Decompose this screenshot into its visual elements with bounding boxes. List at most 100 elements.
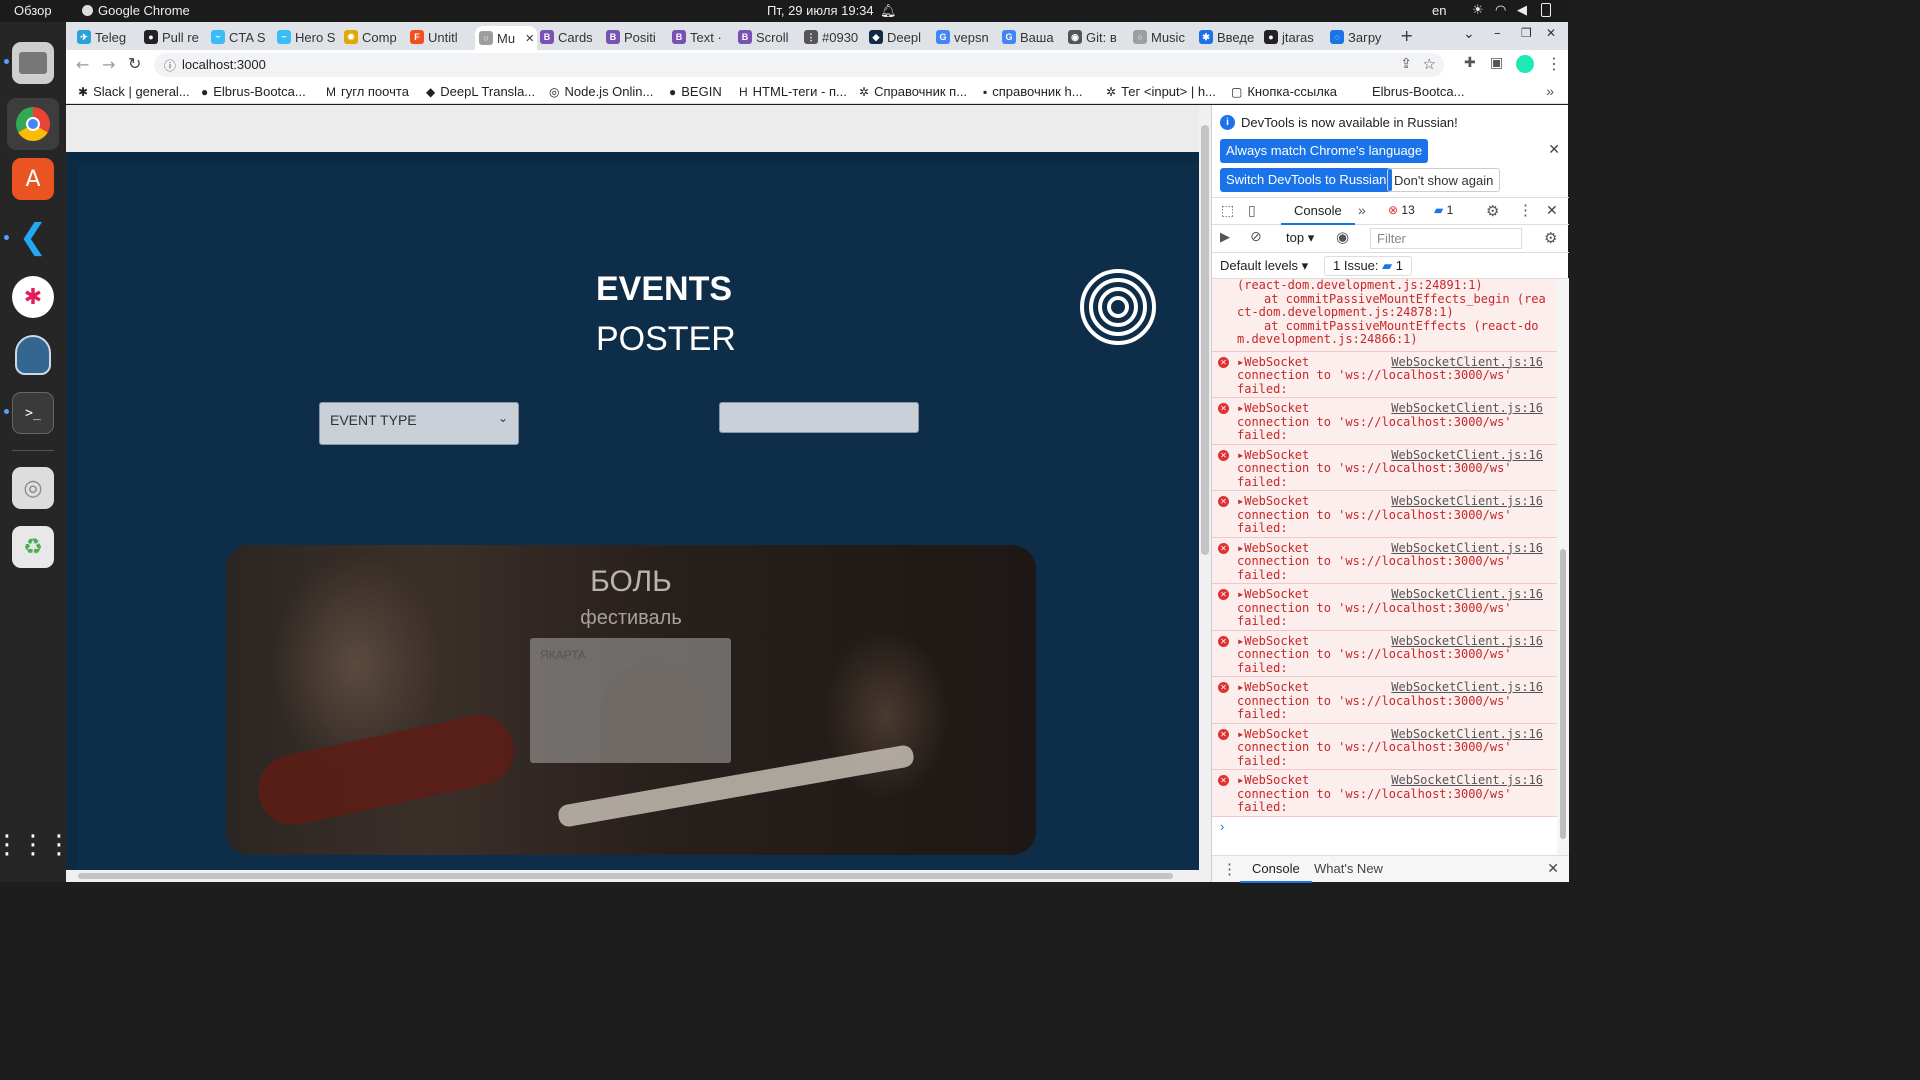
browser-tab[interactable]: G Ваша xyxy=(1002,26,1062,48)
disk-icon[interactable]: ◎ xyxy=(12,467,54,509)
error-source-link[interactable]: WebSocketClient.js:16 xyxy=(1391,494,1543,509)
bookmark-item[interactable]: H HTML-теги - п... xyxy=(739,84,847,99)
browser-tab[interactable]: ○ Music xyxy=(1133,26,1193,48)
console-error-entry[interactable]: ✕ ▸WebSocket WebSocketClient.js:16 connecti… xyxy=(1212,444,1557,491)
browser-tab[interactable]: ◌ Загру xyxy=(1330,26,1390,48)
battery-icon[interactable] xyxy=(1541,3,1551,20)
event-card[interactable]: БОЛЬ фестиваль ЯКАРТА xyxy=(226,545,1036,855)
back-icon[interactable]: ← xyxy=(76,55,89,74)
error-source-link[interactable]: WebSocketClient.js:16 xyxy=(1391,773,1543,788)
files-icon[interactable] xyxy=(12,42,54,84)
show-apps-icon[interactable]: ⋮⋮⋮ xyxy=(0,824,72,866)
clock[interactable]: Пт, 29 июля 19:34 xyxy=(767,3,874,18)
window-maximize-icon[interactable]: ❐ xyxy=(1521,26,1532,40)
brightness-icon[interactable]: ☀ xyxy=(1472,3,1484,18)
browser-tab[interactable]: B Cards xyxy=(540,26,600,48)
browser-tab[interactable]: ○ Mu ✕ xyxy=(475,26,537,50)
bookmark-item[interactable]: Elbrus-Bootca... xyxy=(1372,84,1465,99)
browser-tab[interactable]: ◆ Deepl xyxy=(869,26,929,48)
issues-button[interactable]: 1 Issue: ▰ 1 xyxy=(1324,256,1413,276)
browser-tab[interactable]: F Untitl xyxy=(410,26,470,48)
error-source-link[interactable]: WebSocketClient.js:16 xyxy=(1391,355,1543,370)
page-vertical-scroll-thumb[interactable] xyxy=(1201,125,1209,555)
console-error-entry[interactable]: ✕ ▸WebSocket WebSocketClient.js:16 connecti… xyxy=(1212,723,1557,770)
console-error-entry[interactable]: ✕ ▸WebSocket WebSocketClient.js:16 connecti… xyxy=(1212,677,1557,724)
browser-tab[interactable]: B Text · xyxy=(672,26,732,48)
console-filter-input[interactable]: Filter xyxy=(1370,228,1522,249)
console-prompt-chevron-icon[interactable]: › xyxy=(1220,819,1224,834)
activities-button[interactable]: Обзор xyxy=(14,3,52,18)
console-error-entry[interactable]: ✕ ▸WebSocket WebSocketClient.js:16 connecti… xyxy=(1212,537,1557,584)
browser-tab[interactable]: B Positi xyxy=(606,26,666,48)
bookmark-item[interactable]: ✲ Справочник п... xyxy=(859,84,967,99)
more-bookmarks-icon[interactable]: » xyxy=(1546,83,1554,99)
page-vertical-scrollbar[interactable] xyxy=(1199,105,1211,882)
sidebar-toggle-icon[interactable]: ▶ xyxy=(1220,230,1230,245)
bookmark-item[interactable]: ● Elbrus-Bootca... xyxy=(201,84,306,99)
devtools-menu-icon[interactable]: ⋮ xyxy=(1518,201,1533,219)
new-tab-icon[interactable]: + xyxy=(1400,26,1413,45)
dont-show-again-button[interactable]: Don't show again xyxy=(1387,168,1501,192)
clear-console-icon[interactable]: ⊘ xyxy=(1250,229,1262,245)
error-source-link[interactable]: WebSocketClient.js:16 xyxy=(1391,541,1543,556)
console-settings-icon[interactable]: ⚙ xyxy=(1544,229,1557,247)
error-source-link[interactable]: WebSocketClient.js:16 xyxy=(1391,634,1543,649)
switch-to-russian-button[interactable]: Switch DevTools to Russian xyxy=(1220,168,1393,192)
trash-icon[interactable]: ♻ xyxy=(12,526,54,568)
bell-icon[interactable]: 🔔︎ xyxy=(880,3,897,19)
pgadmin-elephant-icon[interactable] xyxy=(12,334,54,376)
always-match-language-button[interactable]: Always match Chrome's language xyxy=(1220,139,1429,163)
event-type-select[interactable]: EVENT TYPE ⌄ xyxy=(319,402,519,445)
error-source-link[interactable]: WebSocketClient.js:16 xyxy=(1391,587,1543,602)
window-minimize-icon[interactable]: – xyxy=(1494,26,1501,41)
close-banner-icon[interactable]: ✕ xyxy=(1548,141,1560,158)
error-count-badge[interactable]: ⊗ 13 xyxy=(1388,203,1415,217)
tab-search-icon[interactable]: ⌄ xyxy=(1463,26,1475,42)
keyboard-layout[interactable]: en xyxy=(1432,3,1446,18)
drawer-tab-whats-new[interactable]: What's New xyxy=(1314,861,1383,876)
app-store-icon[interactable]: A xyxy=(12,158,54,200)
error-source-link[interactable]: WebSocketClient.js:16 xyxy=(1391,727,1543,742)
terminal-icon[interactable]: >_ xyxy=(12,392,54,434)
browser-tab[interactable]: ⋮ #0930 xyxy=(804,26,864,48)
volume-icon[interactable]: ◀ xyxy=(1517,3,1527,18)
error-source-link[interactable]: WebSocketClient.js:16 xyxy=(1391,401,1543,416)
forward-icon[interactable]: → xyxy=(102,55,115,74)
browser-tab[interactable]: ◉ Git: в xyxy=(1068,26,1128,48)
console-error-entry[interactable]: ✕ ▸WebSocket WebSocketClient.js:16 connecti… xyxy=(1212,491,1557,538)
device-toolbar-icon[interactable]: ▯ xyxy=(1248,203,1256,219)
browser-tab[interactable]: ~ CTA S xyxy=(211,26,271,48)
share-icon[interactable]: ⇪ xyxy=(1400,56,1412,72)
wifi-icon[interactable]: ◠ xyxy=(1495,3,1506,18)
side-panel-icon[interactable]: ▣ xyxy=(1490,55,1503,71)
reload-icon[interactable]: ↻ xyxy=(128,54,141,73)
browser-tab[interactable]: ● jtaras xyxy=(1264,26,1324,48)
bookmark-item[interactable]: ▢ Кнопка-ссылка xyxy=(1231,84,1337,99)
browser-tab[interactable]: ✱ Введе xyxy=(1199,26,1259,48)
error-source-link[interactable]: WebSocketClient.js:16 xyxy=(1391,448,1543,463)
context-select[interactable]: top ▾ xyxy=(1286,230,1314,246)
browser-tab[interactable]: ~ Hero S xyxy=(277,26,337,48)
bookmark-item[interactable]: ✲ Тег <input> | h... xyxy=(1106,84,1216,99)
page-horizontal-scrollbar[interactable] xyxy=(66,870,1199,882)
more-tabs-icon[interactable]: » xyxy=(1358,202,1366,218)
search-input[interactable] xyxy=(719,402,919,433)
extensions-icon[interactable]: ✚ xyxy=(1464,55,1476,71)
settings-gear-icon[interactable]: ⚙ xyxy=(1486,202,1499,220)
bookmark-item[interactable]: ✱ Slack | general... xyxy=(78,84,190,99)
live-expression-eye-icon[interactable]: ◉ xyxy=(1336,228,1349,246)
console-error-entry[interactable]: ✕ ▸WebSocket WebSocketClient.js:16 connecti… xyxy=(1212,630,1557,677)
tab-console[interactable]: Console xyxy=(1281,203,1355,225)
bookmark-item[interactable]: Mгугл поочта xyxy=(326,84,409,99)
close-devtools-icon[interactable]: ✕ xyxy=(1546,202,1558,219)
error-source-link[interactable]: WebSocketClient.js:16 xyxy=(1391,680,1543,695)
address-bar[interactable]: ⓘ localhost:3000 ⇪ ☆ xyxy=(154,53,1444,77)
bookmark-item[interactable]: ◆ DeepL Transla... xyxy=(426,84,535,99)
message-count-badge[interactable]: ▰ 1 xyxy=(1434,203,1453,217)
chrome-dock-icon[interactable] xyxy=(7,98,59,150)
drawer-menu-icon[interactable]: ⋮ xyxy=(1222,860,1237,878)
console-error-entry[interactable]: ✕ ▸WebSocket WebSocketClient.js:16 connecti… xyxy=(1212,770,1557,817)
console-scrollbar[interactable] xyxy=(1557,279,1569,855)
browser-tab[interactable]: ● Pull re xyxy=(144,26,204,48)
console-error-entry[interactable]: ✕ ▸WebSocket WebSocketClient.js:16 connecti… xyxy=(1212,351,1557,398)
